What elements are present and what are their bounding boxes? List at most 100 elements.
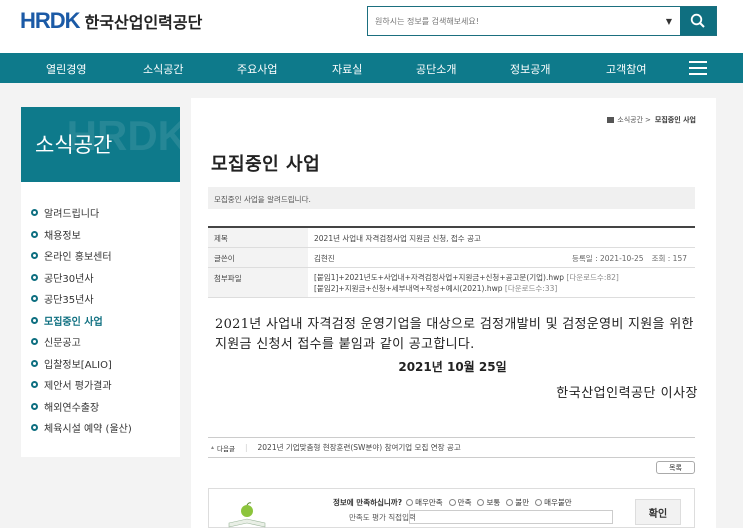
next-post-row[interactable]: 다음글 | 2021년 기업맞춤형 현장훈련(SW분야) 참여기업 모집 연장 … xyxy=(208,437,695,458)
radio-dissatisfied[interactable]: 불만 xyxy=(506,497,529,508)
site-logo[interactable]: HRDK 한국산업인력공단 xyxy=(20,8,202,34)
radio-label: 매우불만 xyxy=(544,498,572,507)
sidebar-item-pr-center[interactable]: 온라인 홍보센터 xyxy=(31,245,132,267)
post-author-row: 글쓴이 김현진 등록일 : 2021-10-25 조회 : 157 xyxy=(208,248,695,268)
breadcrumb-separator: > xyxy=(645,116,651,124)
survey-field-label: 만족도 평가 직접입력 xyxy=(349,513,416,522)
attachment-link[interactable]: [붙임1]+2021년도+사업내+자격검정사업+지원금+신청+공고문(기업).h… xyxy=(314,272,689,283)
nav-item-disclosure[interactable]: 정보공개 xyxy=(510,61,550,77)
post-author-label: 글쓴이 xyxy=(208,248,308,267)
breadcrumb-current: 모집중인 사업 xyxy=(654,116,696,124)
search-category-dropdown[interactable]: ▼ xyxy=(658,7,680,35)
radio-neutral[interactable]: 보통 xyxy=(477,497,500,508)
breadcrumb: 소식공간 > 모집중인 사업 xyxy=(607,115,696,125)
sidebar-item-label: 체육시설 예약 (울산) xyxy=(44,424,132,436)
search-icon xyxy=(690,13,705,28)
nav-item-library[interactable]: 자료실 xyxy=(332,61,362,77)
radio-label: 매우만족 xyxy=(415,498,443,507)
post-signature: 한국산업인력공단 이사장 xyxy=(556,386,698,401)
bullet-icon xyxy=(31,359,38,367)
sidebar-item-history-35[interactable]: 공단35년사 xyxy=(31,288,132,310)
sidebar-item-label: 제안서 평가결과 xyxy=(44,381,112,393)
radio-label: 불만 xyxy=(515,498,530,507)
radio-icon xyxy=(506,499,514,506)
survey-comment-input[interactable] xyxy=(409,510,613,524)
sidebar-header: HRDK 소식공간 xyxy=(21,107,180,182)
sidebar-title: 소식공간 xyxy=(35,133,113,157)
site-header: HRDK 한국산업인력공단 ▼ xyxy=(0,0,743,46)
radio-icon xyxy=(535,499,543,506)
next-post-separator: | xyxy=(244,443,248,452)
bullet-icon xyxy=(31,402,38,410)
sidebar-item-overseas[interactable]: 해외연수출장 xyxy=(31,396,132,418)
bullet-icon xyxy=(31,295,38,303)
sidebar-item-label: 신문공고 xyxy=(44,338,81,350)
page-description: 모집중인 사업을 알려드립니다. xyxy=(208,187,695,209)
next-post-title[interactable]: 2021년 기업맞춤형 현장훈련(SW분야) 참여기업 모집 연장 공고 xyxy=(258,442,461,453)
post-body: 2021년 사업내 자격검정 운영기업을 대상으로 검정개발비 및 검정운영비 … xyxy=(215,317,694,352)
sidebar: HRDK 소식공간 알려드립니다 채용정보 온라인 홍보센터 공단30년사 공단… xyxy=(21,107,180,457)
list-button[interactable]: 목록 xyxy=(656,461,695,474)
attachment-name: [붙임1]+2021년도+사업내+자격검정사업+지원금+신청+공고문(기업).h… xyxy=(314,273,564,282)
bullet-icon xyxy=(31,252,38,260)
bullet-icon xyxy=(31,381,38,389)
sidebar-item-label: 온라인 홍보센터 xyxy=(44,252,112,264)
radio-label: 보통 xyxy=(486,498,501,507)
post-meta: 등록일 : 2021-10-25 조회 : 157 xyxy=(572,253,687,264)
survey-question-text: 정보에 만족하십니까? xyxy=(333,498,403,507)
sidebar-item-jobs[interactable]: 채용정보 xyxy=(31,224,132,246)
post-attach-label: 첨부파일 xyxy=(208,268,308,297)
logo-text: 한국산업인력공단 xyxy=(84,13,203,32)
sidebar-item-label: 공단30년사 xyxy=(44,273,94,285)
sidebar-item-history-30[interactable]: 공단30년사 xyxy=(31,267,132,289)
sidebar-item-sports-booking[interactable]: 체육시설 예약 (울산) xyxy=(31,417,132,439)
main-nav: 열린경영 소식공간 주요사업 자료실 공단소개 정보공개 고객참여 xyxy=(0,53,743,83)
sidebar-item-bids[interactable]: 입찰정보[ALIO] xyxy=(31,353,132,375)
radio-icon xyxy=(477,499,485,506)
bullet-icon xyxy=(31,338,38,346)
breadcrumb-parent[interactable]: 소식공간 xyxy=(617,115,643,125)
post-title: 2021년 사업내 자격검정사업 지원금 신청, 접수 공고 xyxy=(314,234,481,243)
radio-satisfied[interactable]: 만족 xyxy=(448,497,471,508)
attachment-link[interactable]: [붙임2]+지원금+신청+세부내역+작성+예시(2021).hwp [다운로드수… xyxy=(314,283,689,294)
sidebar-menu: 알려드립니다 채용정보 온라인 홍보센터 공단30년사 공단35년사 모집중인 … xyxy=(31,202,132,439)
post-body-date: 2021년 10월 25일 xyxy=(398,360,507,374)
sidebar-item-label: 해외연수출장 xyxy=(44,402,100,414)
radio-very-dissatisfied[interactable]: 매우불만 xyxy=(535,497,572,508)
nav-item-business[interactable]: 주요사업 xyxy=(237,61,277,77)
nav-item-about[interactable]: 공단소개 xyxy=(416,61,456,77)
bullet-icon xyxy=(31,424,38,432)
sidebar-item-newspaper[interactable]: 신문공고 xyxy=(31,331,132,353)
post-reg-date: 등록일 : 2021-10-25 xyxy=(571,254,644,263)
sidebar-item-recruiting[interactable]: 모집중인 사업 xyxy=(31,310,132,332)
satisfaction-survey: 정보에 만족하십니까? 매우만족 만족 보통 불만 매우불만 만족도 평가 직접… xyxy=(208,488,695,528)
bullet-icon xyxy=(31,209,38,217)
search-bar: ▼ xyxy=(367,6,717,36)
sidebar-item-notices[interactable]: 알려드립니다 xyxy=(31,202,132,224)
next-post-label: 다음글 xyxy=(211,443,235,453)
book-apple-icon xyxy=(228,502,266,528)
post-author-cell: 김현진 등록일 : 2021-10-25 조회 : 157 xyxy=(308,248,695,267)
survey-submit-button[interactable]: 확인 xyxy=(635,499,681,525)
nav-item-open-management[interactable]: 열린경영 xyxy=(46,61,86,77)
logo-mark: HRDK xyxy=(20,8,81,33)
attachment-name: [붙임2]+지원금+신청+세부내역+작성+예시(2021).hwp xyxy=(314,284,503,293)
attachment-downloads: [다운로드수:82] xyxy=(566,273,619,282)
search-button[interactable] xyxy=(680,7,716,35)
hamburger-menu-icon[interactable] xyxy=(689,61,707,75)
attachment-downloads: [다운로드수:33] xyxy=(504,284,558,293)
post-detail-table: 제목 2021년 사업내 자격검정사업 지원금 신청, 접수 공고 글쓴이 김현… xyxy=(208,226,695,298)
nav-item-participation[interactable]: 고객참여 xyxy=(606,61,646,77)
main-content: 소식공간 > 모집중인 사업 모집중인 사업 모집중인 사업을 알려드립니다. … xyxy=(191,98,716,528)
sidebar-item-proposal-results[interactable]: 제안서 평가결과 xyxy=(31,374,132,396)
post-author: 김현진 xyxy=(314,254,335,263)
nav-item-news[interactable]: 소식공간 xyxy=(143,61,183,77)
radio-very-satisfied[interactable]: 매우만족 xyxy=(406,497,443,508)
sidebar-item-label: 입찰정보[ALIO] xyxy=(44,359,112,371)
survey-question: 정보에 만족하십니까? 매우만족 만족 보통 불만 매우불만 xyxy=(333,497,578,508)
radio-icon xyxy=(448,499,456,506)
sidebar-item-label: 채용정보 xyxy=(44,230,81,242)
post-attach-row: 첨부파일 [붙임1]+2021년도+사업내+자격검정사업+지원금+신청+공고문(… xyxy=(208,268,695,298)
search-input[interactable] xyxy=(368,7,658,35)
home-icon[interactable] xyxy=(607,117,615,123)
